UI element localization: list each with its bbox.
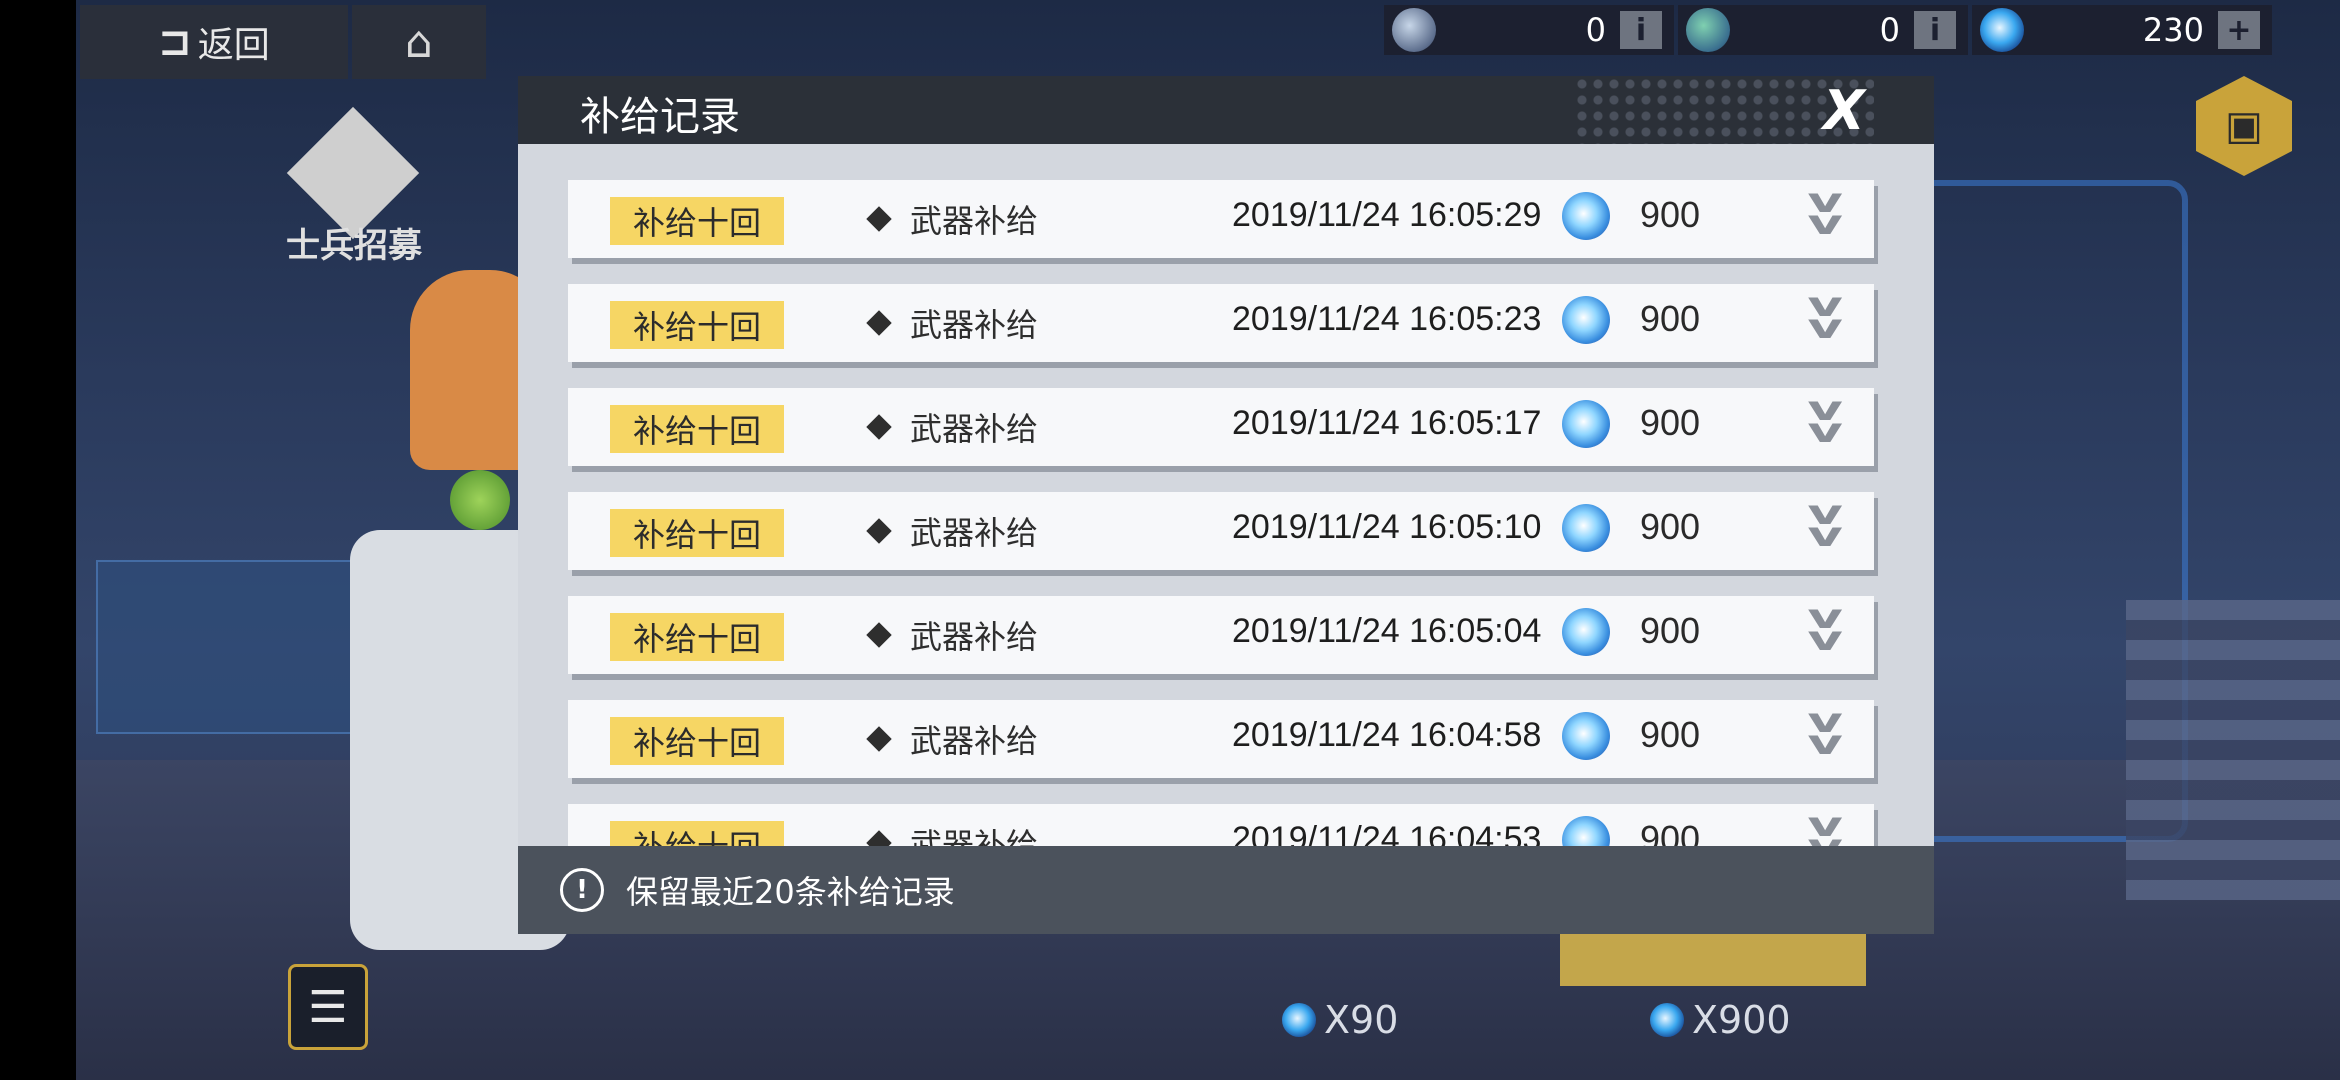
record-row[interactable]: 补给十回 武器补给 2019/11/24 16:04:58 900 vv <box>568 700 1874 778</box>
character-illustration <box>330 230 570 1080</box>
diamond-bullet-icon <box>866 310 892 336</box>
crystal-icon <box>1562 816 1610 846</box>
diamond-bullet-icon <box>866 518 892 544</box>
record-type: 武器补给 <box>910 306 1039 344</box>
record-time: 2019/11/24 16:05:04 <box>1232 612 1542 650</box>
record-type: 武器补给 <box>910 722 1039 760</box>
add-currency-button[interactable]: + <box>2218 11 2260 49</box>
back-button[interactable]: ⊐ 返回 <box>80 5 348 79</box>
record-list[interactable]: 补给十回 武器补给 2019/11/24 16:05:29 900 vv 补给十… <box>518 144 1934 846</box>
back-label: 返回 <box>197 25 270 66</box>
record-tag: 补给十回 <box>610 197 784 245</box>
record-tag: 补给十回 <box>610 821 784 846</box>
expand-chevron-icon[interactable]: vv <box>1807 288 1842 344</box>
home-icon: ⌂ <box>405 16 433 68</box>
record-time: 2019/11/24 16:05:29 <box>1232 196 1542 234</box>
warning-icon <box>560 868 604 912</box>
record-cost: 900 <box>1640 298 1701 339</box>
diamond-bullet-icon <box>866 414 892 440</box>
cost-ten: X900 <box>1650 998 1791 1042</box>
home-button[interactable]: ⌂ <box>352 5 486 79</box>
close-button[interactable]: X <box>1814 79 1874 142</box>
record-type: 武器补给 <box>910 826 1039 846</box>
record-tag: 补给十回 <box>610 613 784 661</box>
diamond-bullet-icon <box>866 622 892 648</box>
record-type: 武器补给 <box>910 618 1039 656</box>
dialog-header: 补给记录 X <box>518 76 1934 144</box>
record-time: 2019/11/24 16:05:23 <box>1232 300 1542 338</box>
record-row[interactable]: 补给十回 武器补给 2019/11/24 16:05:29 900 vv <box>568 180 1874 258</box>
crystal-icon <box>1562 504 1610 552</box>
record-tag: 补给十回 <box>610 301 784 349</box>
record-type: 武器补给 <box>910 514 1039 552</box>
info-button[interactable]: i <box>1620 11 1662 49</box>
record-row[interactable]: 补给十回 武器补给 2019/11/24 16:05:10 900 vv <box>568 492 1874 570</box>
diamond-bullet-icon <box>866 206 892 232</box>
crystal-icon <box>1562 296 1610 344</box>
record-row[interactable]: 补给十回 武器补给 2019/11/24 16:05:17 900 vv <box>568 388 1874 466</box>
record-cost: 900 <box>1640 610 1701 651</box>
back-logo-icon: ⊐ <box>158 19 191 65</box>
record-cost: 900 <box>1640 506 1701 547</box>
record-tag: 补给十回 <box>610 717 784 765</box>
record-cost: 900 <box>1640 402 1701 443</box>
list-menu-button[interactable]: ☰ <box>288 964 368 1050</box>
expand-chevron-icon[interactable]: vv <box>1807 184 1842 240</box>
record-time: 2019/11/24 16:05:10 <box>1232 508 1542 546</box>
record-cost: 900 <box>1640 714 1701 755</box>
currency-value: 230 <box>2142 11 2204 49</box>
record-type: 武器补给 <box>910 202 1039 240</box>
crystal-icon <box>1562 608 1610 656</box>
record-row[interactable]: 补给十回 武器补给 2019/11/24 16:04:53 900 vv <box>568 804 1874 846</box>
expand-chevron-icon[interactable]: vv <box>1807 600 1842 656</box>
cost-single: X90 <box>1282 998 1398 1042</box>
blue-crystal-icon <box>1980 8 2024 52</box>
currency-value: 0 <box>1585 11 1606 49</box>
dialog-footer: 保留最近20条补给记录 <box>518 846 1934 934</box>
crystal-icon <box>1562 400 1610 448</box>
record-tag: 补给十回 <box>610 509 784 557</box>
diamond-bullet-icon <box>866 830 892 846</box>
currency-green: 0 i <box>1678 5 1968 55</box>
currency-crystal: 230 + <box>1972 5 2272 55</box>
footer-note: 保留最近20条补给记录 <box>626 873 955 911</box>
info-button[interactable]: i <box>1914 11 1956 49</box>
supply-record-dialog: 补给记录 X 补给十回 武器补给 2019/11/24 16:05:29 900… <box>518 76 1934 976</box>
record-time: 2019/11/24 16:04:58 <box>1232 716 1542 754</box>
record-type: 武器补给 <box>910 410 1039 448</box>
record-time: 2019/11/24 16:05:17 <box>1232 404 1542 442</box>
currency-earth: 0 i <box>1384 5 1674 55</box>
record-cost: 900 <box>1640 194 1701 235</box>
diamond-bullet-icon <box>866 726 892 752</box>
background-stairs <box>2126 600 2340 900</box>
currency-value: 0 <box>1879 11 1900 49</box>
record-time: 2019/11/24 16:04:53 <box>1232 820 1542 846</box>
green-orb-icon <box>1686 8 1730 52</box>
crystal-icon <box>1562 712 1610 760</box>
cost-ten-label: X900 <box>1692 998 1791 1042</box>
expand-chevron-icon[interactable]: vv <box>1807 496 1842 552</box>
expand-chevron-icon[interactable]: vv <box>1807 808 1842 846</box>
record-row[interactable]: 补给十回 武器补给 2019/11/24 16:05:04 900 vv <box>568 596 1874 674</box>
dialog-title: 补给记录 <box>580 94 740 140</box>
expand-chevron-icon[interactable]: vv <box>1807 704 1842 760</box>
expand-chevron-icon[interactable]: vv <box>1807 392 1842 448</box>
cost-single-label: X90 <box>1324 998 1399 1042</box>
earth-orb-icon <box>1392 8 1436 52</box>
blue-crystal-icon <box>1282 1003 1316 1037</box>
record-row[interactable]: 补给十回 武器补给 2019/11/24 16:05:23 900 vv <box>568 284 1874 362</box>
crystal-icon <box>1562 192 1610 240</box>
record-cost: 900 <box>1640 818 1701 846</box>
background-monitor <box>96 560 360 734</box>
record-tag: 补给十回 <box>610 405 784 453</box>
blue-crystal-icon <box>1650 1003 1684 1037</box>
lollipop <box>450 470 510 530</box>
